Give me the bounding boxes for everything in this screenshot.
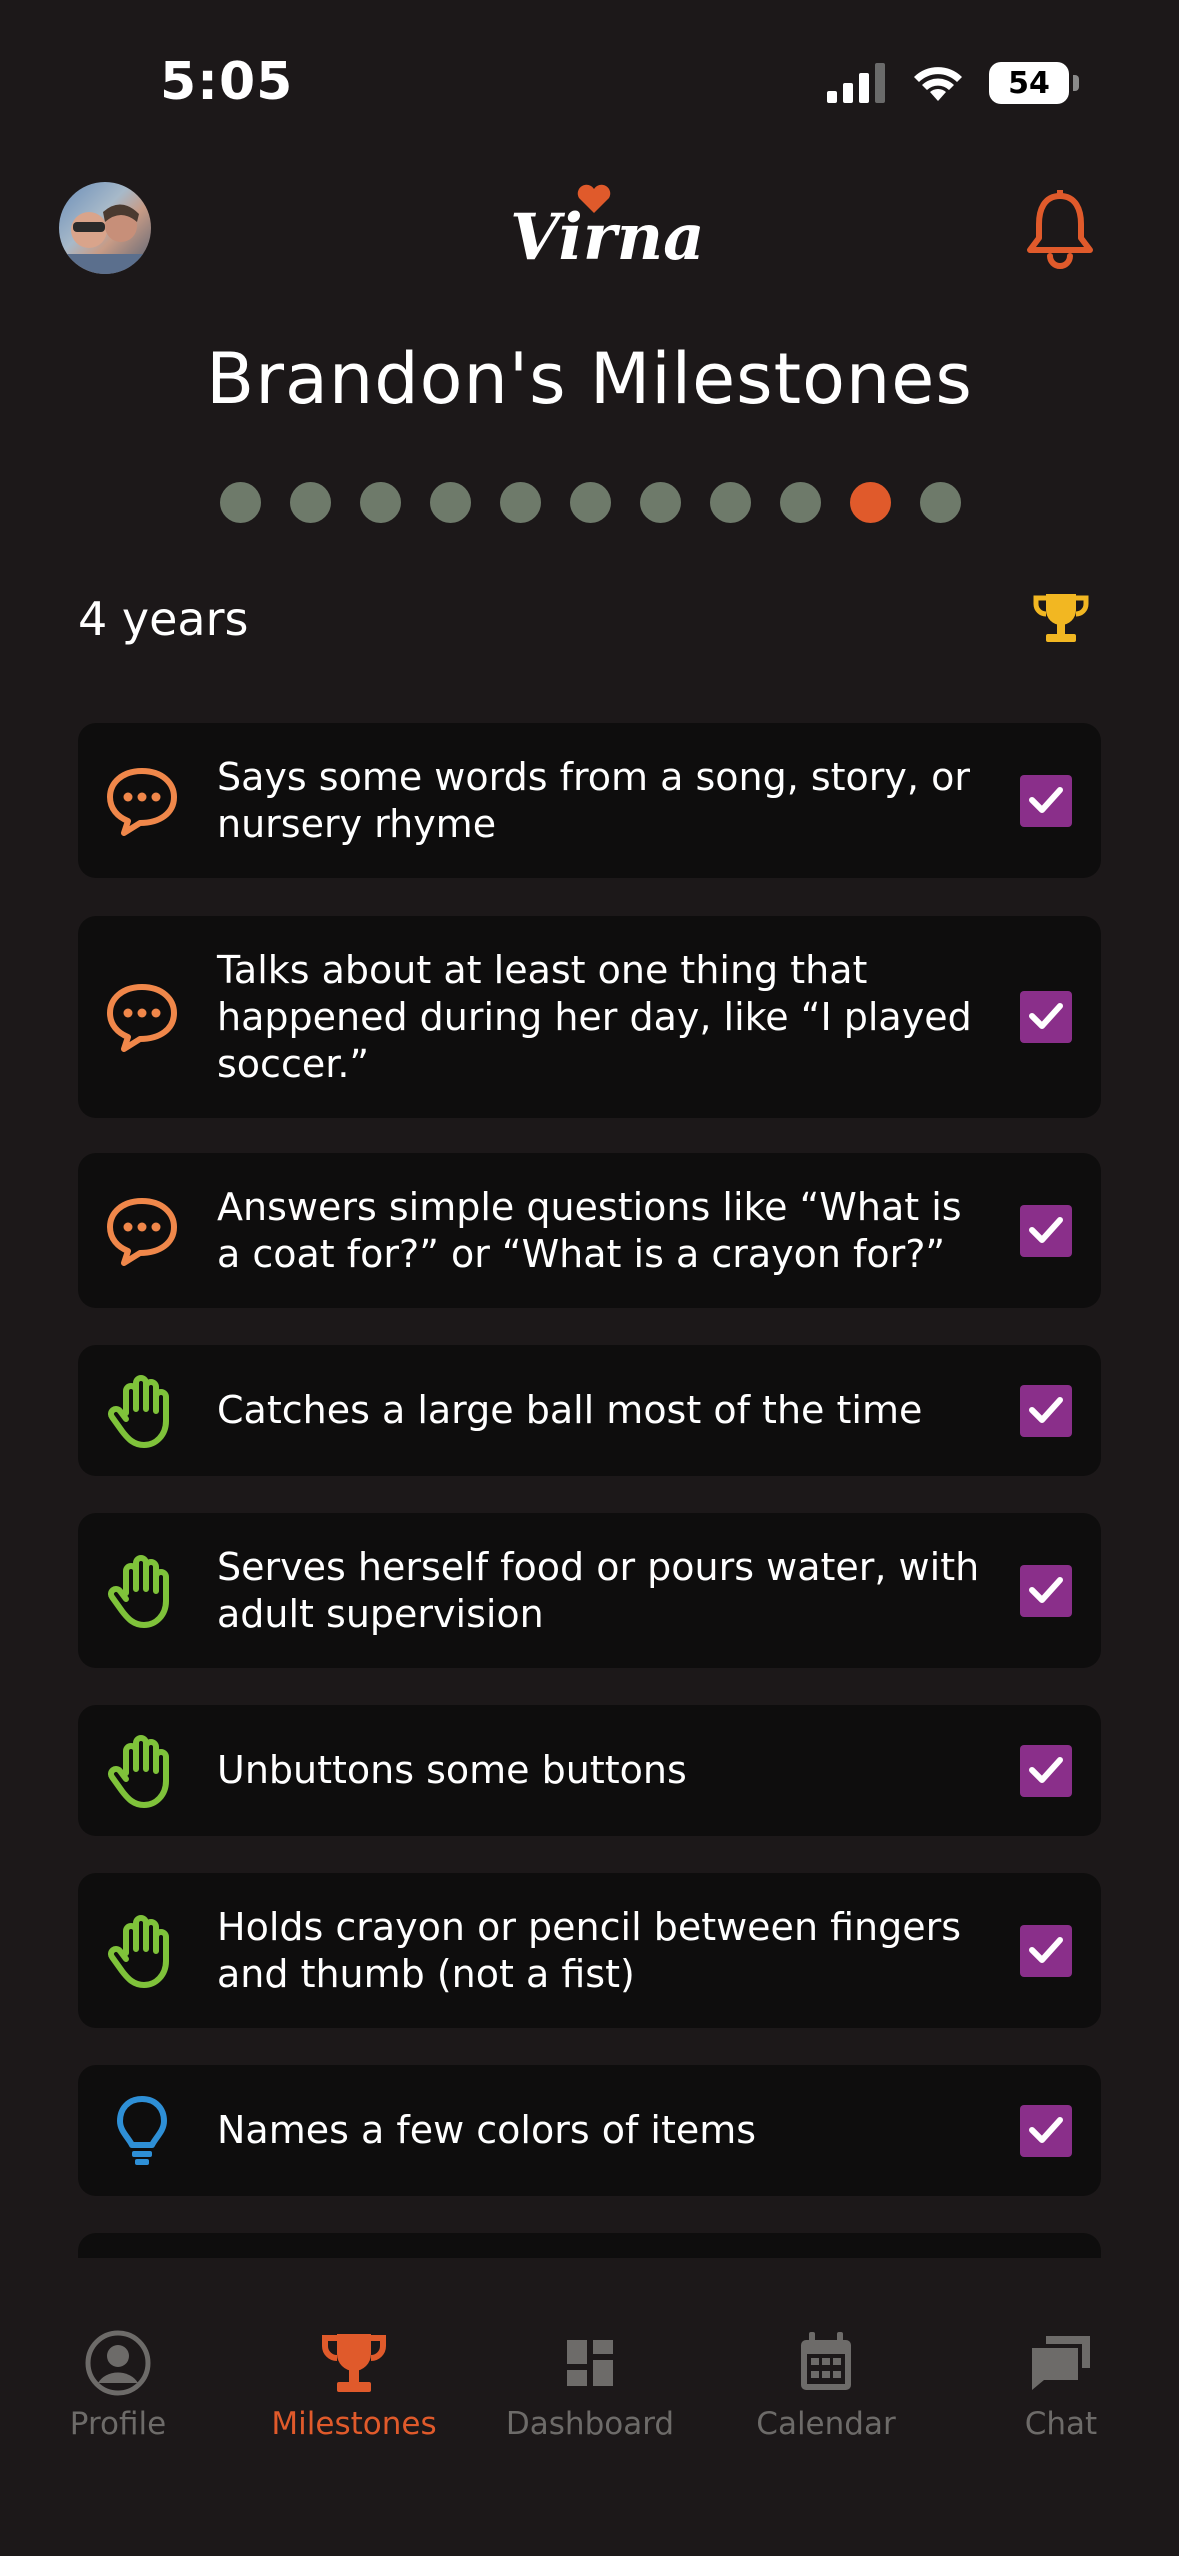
hand-icon [104, 1733, 180, 1809]
age-dot[interactable] [570, 482, 611, 523]
trophy-icon[interactable] [1032, 590, 1090, 646]
milestone-checkbox[interactable] [1020, 1205, 1072, 1257]
milestone-card-partial[interactable] [78, 2233, 1101, 2258]
status-bar: 5:05 54 [0, 0, 1179, 150]
age-dot[interactable] [290, 482, 331, 523]
bell-icon[interactable] [1025, 190, 1095, 270]
milestone-checkbox[interactable] [1020, 1745, 1072, 1797]
profile-icon [85, 2330, 151, 2396]
age-dot[interactable] [920, 482, 961, 523]
milestone-checkbox[interactable] [1020, 2105, 1072, 2157]
signal-icon [827, 63, 885, 103]
age-dot[interactable] [360, 482, 401, 523]
checkmark-icon [1029, 1397, 1063, 1423]
speech-bubble-icon [104, 979, 180, 1055]
checkmark-icon [1029, 2117, 1063, 2143]
dashboard-icon [567, 2340, 613, 2386]
status-time: 5:05 [160, 52, 294, 112]
logo-text: Virna [510, 200, 705, 275]
milestone-card[interactable]: Holds crayon or pencil between fingers a… [78, 1873, 1101, 2028]
milestone-card[interactable]: Says some words from a song, story, or n… [78, 723, 1101, 878]
trophy-icon [322, 2334, 386, 2392]
tab-milestones[interactable]: Milestones [236, 2328, 472, 2442]
tab-chat[interactable]: Chat [943, 2328, 1179, 2442]
app-header: Virna [0, 170, 1179, 290]
milestone-checkbox[interactable] [1020, 1925, 1072, 1977]
age-dot[interactable] [500, 482, 541, 523]
milestone-text: Holds crayon or pencil between fingers a… [217, 1905, 962, 1996]
milestone-text: Talks about at least one thing that happ… [217, 948, 972, 1086]
milestone-card[interactable]: Serves herself food or pours water, with… [78, 1513, 1101, 1668]
age-dot[interactable] [640, 482, 681, 523]
age-dot[interactable] [430, 482, 471, 523]
age-dot[interactable] [220, 482, 261, 523]
tab-label: Calendar [756, 2406, 896, 2442]
milestone-list[interactable]: Says some words from a song, story, or n… [78, 723, 1101, 2258]
tab-calendar[interactable]: Calendar [708, 2328, 944, 2442]
milestone-text: Unbuttons some buttons [217, 1748, 687, 1792]
page-title: Brandon's Milestones [206, 338, 973, 420]
milestone-text: Says some words from a song, story, or n… [217, 755, 970, 846]
checkmark-icon [1029, 1937, 1063, 1963]
milestone-checkbox[interactable] [1020, 991, 1072, 1043]
checkmark-icon [1029, 1757, 1063, 1783]
milestone-checkbox[interactable] [1020, 1565, 1072, 1617]
speech-bubble-icon [104, 1193, 180, 1269]
milestone-text: Serves herself food or pours water, with… [217, 1545, 980, 1636]
chat-icon [1032, 2336, 1090, 2390]
lightbulb-icon [104, 2093, 180, 2169]
checkmark-icon [1029, 1217, 1063, 1243]
age-dot[interactable] [780, 482, 821, 523]
hand-icon [104, 1913, 180, 1989]
tab-label: Milestones [271, 2406, 437, 2442]
battery-level: 54 [1008, 65, 1050, 101]
app-logo: Virna [510, 184, 705, 280]
calendar-icon [801, 2332, 851, 2390]
milestone-text: Catches a large ball most of the time [217, 1388, 923, 1432]
battery-indicator: 54 [989, 62, 1069, 104]
age-dot-active[interactable] [850, 482, 891, 523]
milestone-checkbox[interactable] [1020, 1385, 1072, 1437]
checkmark-icon [1029, 787, 1063, 813]
hand-icon [104, 1553, 180, 1629]
checkmark-icon [1029, 1003, 1063, 1029]
tab-dashboard[interactable]: Dashboard [472, 2328, 708, 2442]
speech-bubble-icon [104, 763, 180, 839]
status-icons: 54 [827, 62, 1079, 104]
bottom-tab-bar: Profile Milestones Dashboard Calendar Ch… [0, 2258, 1179, 2556]
battery-nub [1073, 75, 1079, 91]
milestone-card[interactable]: Catches a large ball most of the time [78, 1345, 1101, 1476]
checkmark-icon [1029, 1577, 1063, 1603]
milestone-card[interactable]: Unbuttons some buttons [78, 1705, 1101, 1836]
wifi-icon [914, 67, 962, 101]
avatar-photo [59, 204, 151, 274]
tab-profile[interactable]: Profile [0, 2328, 236, 2442]
age-label: 4 years [78, 592, 249, 646]
milestone-card[interactable]: Names a few colors of items [78, 2065, 1101, 2196]
milestone-card[interactable]: Answers simple questions like “What is a… [78, 1153, 1101, 1308]
milestone-card[interactable]: Talks about at least one thing that happ… [78, 916, 1101, 1118]
hand-icon [104, 1373, 180, 1449]
milestone-text: Names a few colors of items [217, 2108, 757, 2152]
profile-avatar[interactable] [59, 182, 151, 274]
milestone-text: Answers simple questions like “What is a… [217, 1185, 962, 1276]
tab-label: Profile [69, 2406, 167, 2442]
age-dot[interactable] [710, 482, 751, 523]
age-pagination-dots[interactable] [220, 482, 961, 523]
milestone-checkbox[interactable] [1020, 775, 1072, 827]
tab-label: Dashboard [505, 2406, 675, 2442]
tab-label: Chat [1024, 2406, 1098, 2442]
